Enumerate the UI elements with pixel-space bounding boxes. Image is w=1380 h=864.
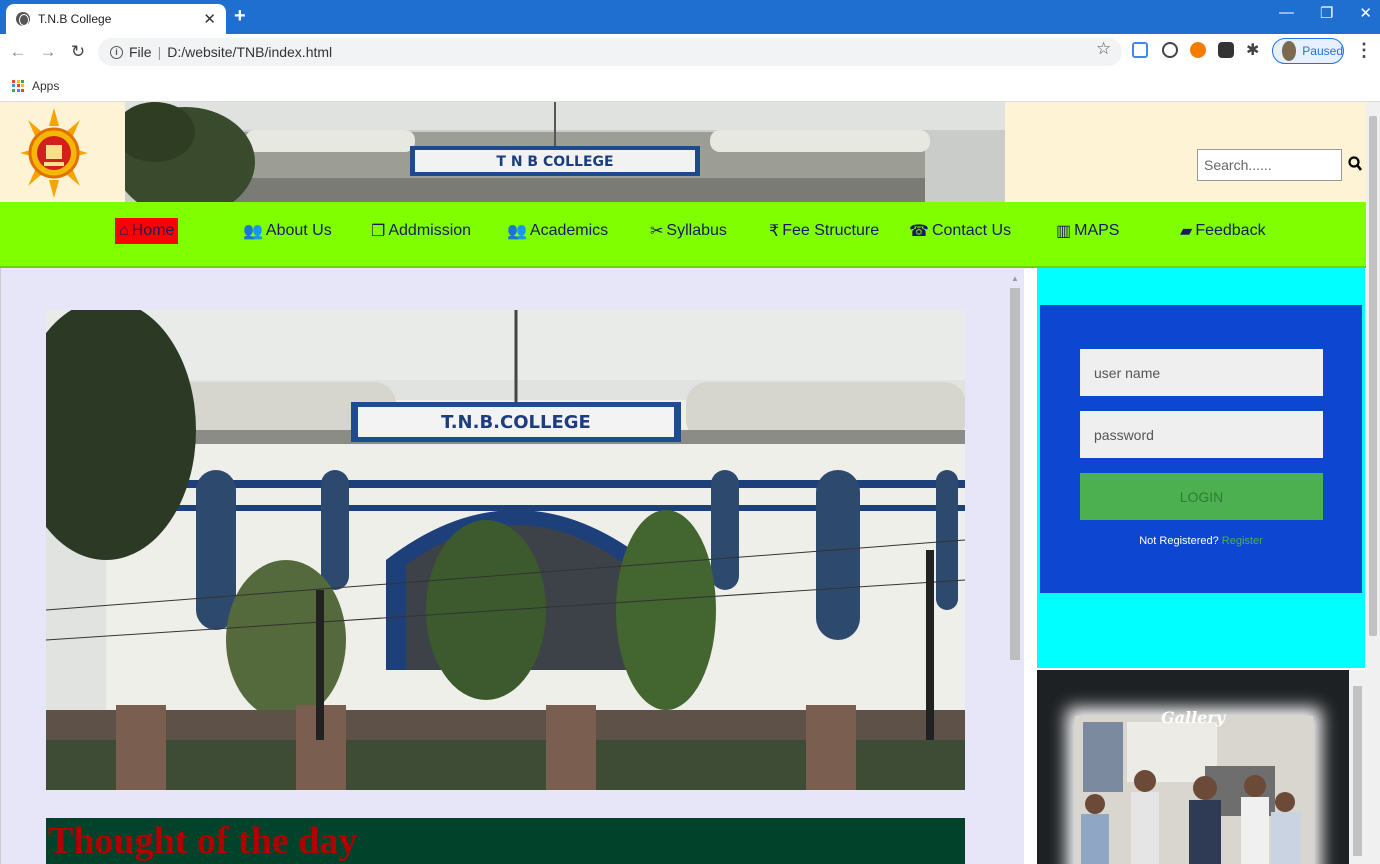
register-link[interactable]: Register [1222,535,1263,547]
thought-title: Thought of the day [48,820,358,862]
scroll-thumb[interactable] [1010,288,1020,660]
nav-about-us-label: About Us [265,222,332,239]
nav-syllabus-label: Syllabus [666,222,727,239]
login-panel: LOGIN Not Registered? Register [1037,268,1365,668]
nav-maps-label: MAPS [1074,222,1120,239]
gallery-photo[interactable] [1075,716,1313,864]
url-path: D:/website/TNB/index.html [167,44,333,60]
nav-addmission[interactable]: ❐ Addmission [371,218,471,244]
scissors-icon: ✂ [650,223,664,240]
login-form: LOGIN Not Registered? Register [1040,305,1362,593]
gallery-title: Gallery [1160,708,1226,727]
globe-icon [16,12,30,26]
url-scheme: File [129,44,152,60]
web-page: T N B COLLEGE ⌂ Home 👥 About Us ❐ Addmis… [0,102,1366,864]
main-scrollbar[interactable]: ▲ [1008,274,1022,864]
restore-icon[interactable]: ❐ [1320,4,1333,22]
extension-speed-icon[interactable] [1162,42,1178,58]
book-icon: ▰ [1180,223,1193,240]
page-scrollbar[interactable] [1366,102,1380,864]
nav-contact-us[interactable]: ☎ Contact Us [909,218,1011,244]
close-window-icon[interactable]: ✕ [1359,4,1372,22]
extension-fire-icon[interactable] [1190,42,1206,58]
svg-text:T N B COLLEGE: T N B COLLEGE [496,154,613,170]
search-icon[interactable] [1348,156,1362,172]
college-building-image: T.N.B.COLLEGE [46,310,965,790]
reload-icon[interactable]: ↻ [66,42,90,62]
nav-syllabus[interactable]: ✂ Syllabus [650,218,727,244]
tab-title: T.N.B College [38,12,112,26]
thought-of-the-day: Thought of the day [46,818,965,864]
gallery-scroll-thumb[interactable] [1353,686,1362,856]
site-header: T N B COLLEGE [0,102,1366,202]
username-field[interactable] [1080,349,1323,396]
nav-addmission-label: Addmission [388,222,472,239]
bookmark-star-icon[interactable]: ☆ [1096,39,1111,59]
copy-icon: ❐ [371,223,386,240]
forward-icon[interactable]: → [36,42,60,62]
extensions-puzzle-icon[interactable]: ✱ [1246,40,1262,59]
college-logo [20,108,88,198]
apps-bookmark[interactable]: Apps [32,79,59,93]
nav-academics[interactable]: 👥 Academics [507,218,608,244]
main-navbar: ⌂ Home 👥 About Us ❐ Addmission 👥 Academi… [0,202,1366,268]
new-tab-button[interactable]: + [234,5,246,28]
gallery-panel: Gallery [1037,670,1366,864]
browser-toolbar: ← → ↻ i File | D:/website/TNB/index.html… [0,34,1380,70]
avatar [1282,41,1297,61]
gallery-scrollbar[interactable] [1349,670,1366,864]
browser-tab[interactable]: T.N.B College ✕ [6,4,226,34]
nav-feedback[interactable]: ▰ Feedback [1180,218,1266,244]
college-banner-image: T N B COLLEGE [125,102,1005,202]
apps-grid-icon[interactable] [12,79,24,92]
window-controls: — ❐ ✕ [1279,4,1372,22]
not-registered-text: Not Registered? [1139,535,1219,547]
nav-about-us[interactable]: 👥 About Us [243,218,332,244]
profile-button[interactable]: Paused [1272,38,1344,64]
nav-home-label: Home [131,222,175,239]
extension-notes-icon[interactable] [1132,42,1148,58]
search-input[interactable] [1197,149,1342,181]
nav-feedback-label: Feedback [1195,222,1266,239]
nav-academics-label: Academics [529,222,609,239]
browser-menu-icon[interactable]: ⋮ [1355,40,1373,61]
back-icon[interactable]: ← [6,42,30,62]
bookmarks-bar: Apps [0,70,1380,102]
main-content: T.N.B.COLLEGE Thought of the day ▲ [0,268,1024,864]
browser-titlebar: T.N.B College ✕ + — ❐ ✕ [0,0,1380,34]
scroll-up-icon[interactable]: ▲ [1008,274,1022,283]
minimize-icon[interactable]: — [1279,4,1294,22]
map-icon: ▥ [1056,223,1072,240]
address-bar[interactable]: i File | D:/website/TNB/index.html [98,38,1122,66]
nav-fee-structure-label: Fee Structure [782,222,880,239]
sidebar: LOGIN Not Registered? Register [1037,268,1366,864]
register-prompt: Not Registered? Register [1040,535,1362,547]
nav-maps[interactable]: ▥ MAPS [1056,218,1119,244]
password-field[interactable] [1080,411,1323,458]
page-scroll-thumb[interactable] [1369,116,1377,636]
nav-contact-us-label: Contact Us [931,222,1012,239]
home-icon: ⌂ [119,222,129,239]
rupee-icon: ₹ [769,223,780,240]
url-separator: | [157,44,162,60]
login-button[interactable]: LOGIN [1080,473,1323,520]
nav-home[interactable]: ⌂ Home [115,218,179,244]
nav-fee-structure[interactable]: ₹ Fee Structure [769,218,879,244]
phone-icon: ☎ [909,223,929,240]
extension-db-icon[interactable] [1218,42,1234,58]
info-icon[interactable]: i [110,45,123,59]
close-tab-icon[interactable]: ✕ [203,10,216,28]
users-icon: 👥 [243,223,263,240]
users-icon: 👥 [507,223,527,240]
svg-text:T.N.B.COLLEGE: T.N.B.COLLEGE [441,412,591,433]
gallery-image [1075,716,1313,864]
profile-status: Paused [1302,44,1343,58]
